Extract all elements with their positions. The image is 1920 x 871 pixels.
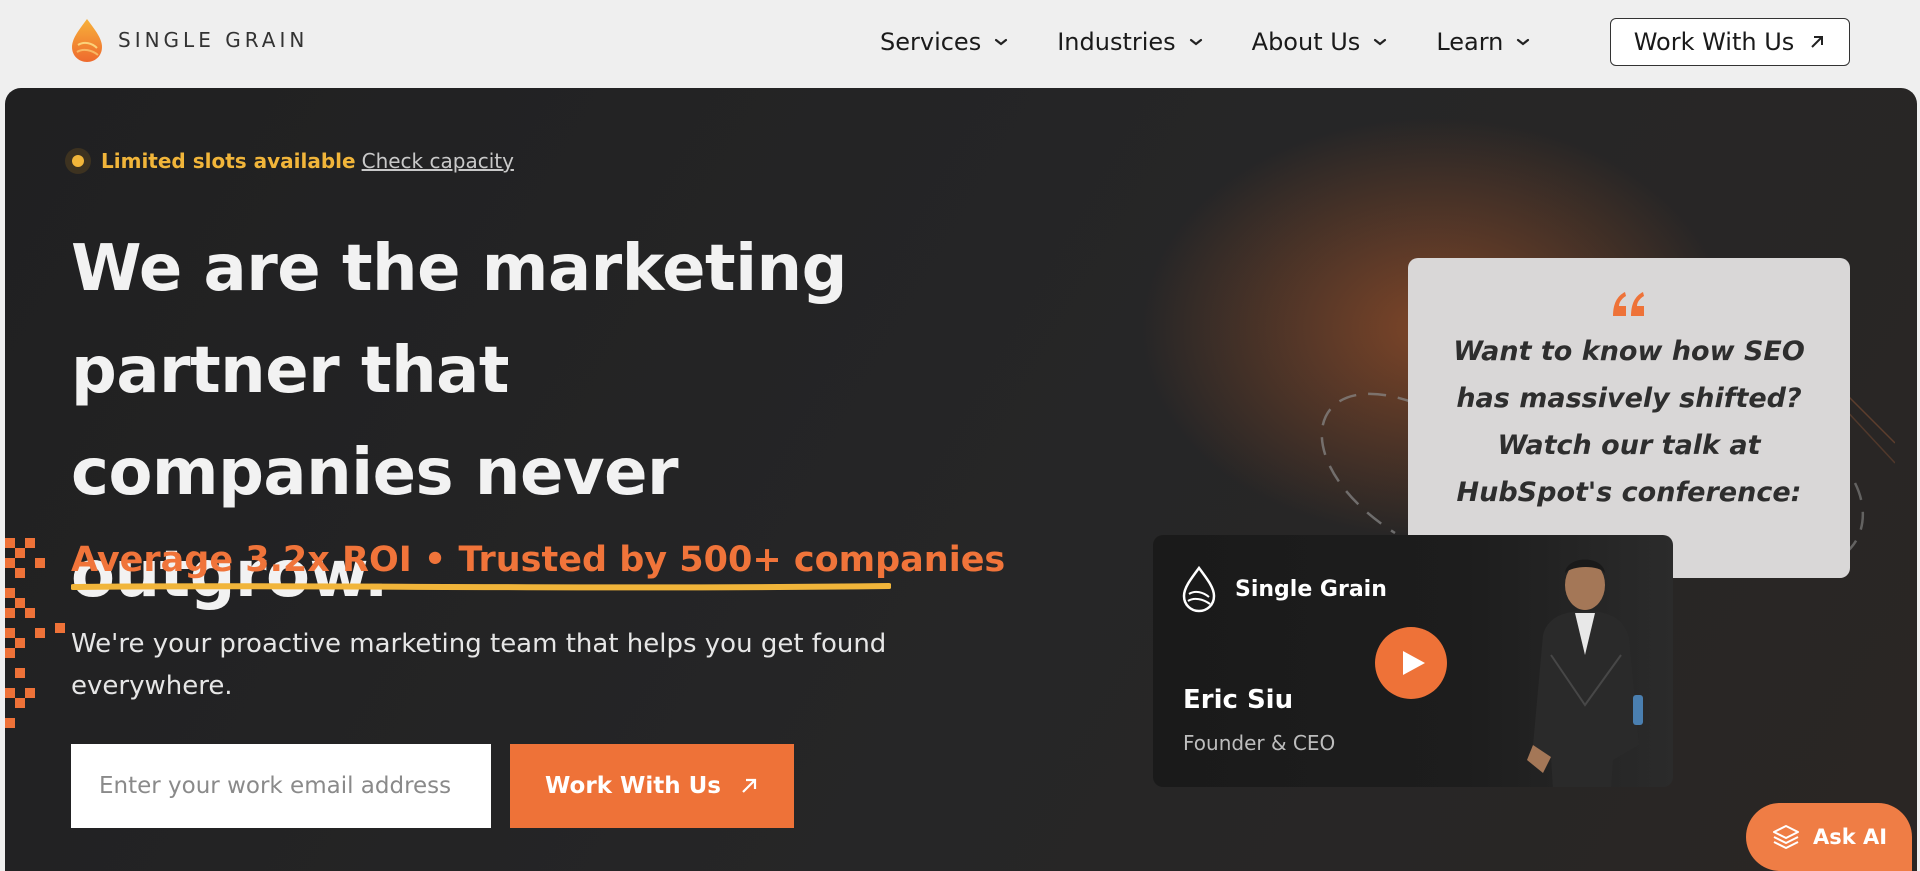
- chevron-down-icon: [995, 38, 1008, 46]
- nav-learn[interactable]: Learn: [1436, 22, 1531, 62]
- hero-section: Limited slots available Check capacity W…: [5, 88, 1917, 871]
- quote-icon: [1613, 292, 1644, 316]
- logo-mark-icon: [72, 19, 102, 62]
- nav-industries-label: Industries: [1057, 28, 1176, 56]
- arrow-up-right-icon: [742, 778, 757, 793]
- nav-services-label: Services: [880, 28, 982, 56]
- availability-badge: Limited slots available Check capacity: [65, 148, 514, 174]
- hero-work-with-us-button[interactable]: Work With Us: [510, 744, 794, 828]
- layers-icon: [1772, 825, 1799, 849]
- header-work-with-us-button[interactable]: Work With Us: [1610, 18, 1850, 66]
- quote-card: Want to know how SEO has massively shift…: [1408, 258, 1850, 578]
- quote-text: Want to know how SEO has massively shift…: [1453, 336, 1805, 508]
- status-dot-icon: [65, 148, 91, 174]
- roi-tagline: Average 3.2x ROI • Trusted by 500+ compa…: [71, 540, 1006, 580]
- main-nav: Services Industries About Us Learn: [880, 22, 1579, 62]
- hero-cta-label: Work With Us: [545, 773, 721, 799]
- video-brand-label: Single Grain: [1235, 576, 1387, 602]
- single-grain-logo-icon: [1182, 565, 1216, 613]
- nav-about-us[interactable]: About Us: [1252, 22, 1389, 62]
- speaker-name: Eric Siu: [1183, 685, 1294, 715]
- work-email-input[interactable]: [71, 744, 491, 828]
- nav-learn-label: Learn: [1436, 28, 1504, 56]
- ask-ai-label: Ask AI: [1812, 825, 1888, 849]
- arrow-up-right-icon: [1811, 36, 1824, 48]
- play-button[interactable]: [1375, 627, 1447, 699]
- decorative-pixel-pattern: [5, 538, 65, 728]
- play-icon: [1403, 651, 1425, 675]
- ask-ai-button[interactable]: Ask AI: [1746, 803, 1912, 871]
- site-header: SINGLE GRAIN Services Industries About U…: [0, 0, 1920, 88]
- highlight-underline: [71, 583, 891, 591]
- header-cta-label: Work With Us: [1633, 28, 1795, 56]
- nav-about-us-label: About Us: [1251, 28, 1361, 56]
- speaker-photo: [1527, 559, 1643, 787]
- logo-text: SINGLE GRAIN: [118, 28, 309, 52]
- check-capacity-link[interactable]: Check capacity: [362, 149, 514, 173]
- nav-industries[interactable]: Industries: [1057, 22, 1203, 62]
- chevron-down-icon: [1374, 38, 1387, 46]
- chevron-down-icon: [1189, 38, 1202, 46]
- logo[interactable]: SINGLE GRAIN: [70, 16, 308, 64]
- video-card[interactable]: Single Grain Eric Siu Founder & CEO: [1153, 535, 1673, 787]
- nav-services[interactable]: Services: [880, 22, 1009, 62]
- speaker-role: Founder & CEO: [1183, 731, 1336, 755]
- video-brand: Single Grain: [1181, 565, 1387, 613]
- hero-subtext: We're your proactive marketing team that…: [71, 629, 887, 701]
- chevron-down-icon: [1517, 38, 1530, 46]
- badge-text: Limited slots available: [101, 149, 356, 173]
